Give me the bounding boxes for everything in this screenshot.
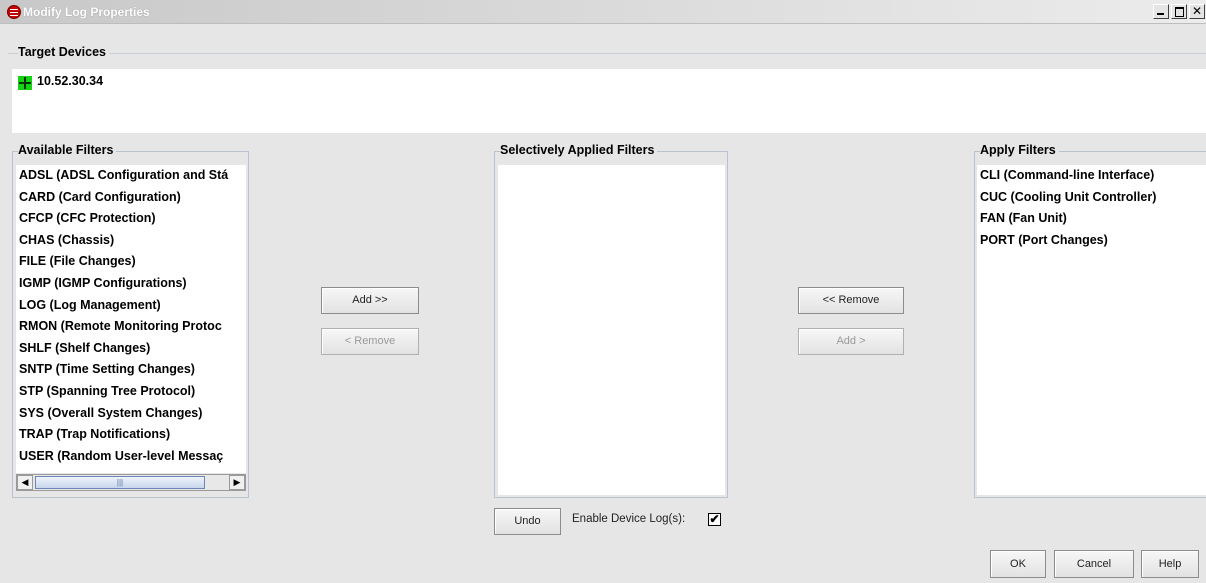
scroll-thumb[interactable]: |||: [35, 476, 205, 489]
target-device-item[interactable]: 10.52.30.34: [37, 74, 103, 88]
remove-selective-button[interactable]: < Remove: [321, 328, 419, 355]
selective-filters-title: Selectively Applied Filters: [500, 143, 658, 157]
app-icon: [7, 5, 21, 19]
apply-filters-list[interactable]: CLI (Command-line Interface) CUC (Cooling…: [977, 165, 1206, 495]
available-filter-item[interactable]: STP (Spanning Tree Protocol): [19, 384, 195, 398]
available-filter-item[interactable]: IGMP (IGMP Configurations): [19, 276, 187, 290]
available-filter-item[interactable]: ADSL (ADSL Configuration and Stá: [19, 168, 228, 182]
available-filters-list[interactable]: ADSL (ADSL Configuration and Stá CARD (Ca…: [16, 165, 246, 473]
add-apply-button[interactable]: Add >: [798, 328, 904, 355]
apply-filter-item[interactable]: CLI (Command-line Interface): [980, 168, 1154, 182]
available-filter-item[interactable]: RMON (Remote Monitoring Protoc: [19, 319, 222, 333]
apply-filters-title: Apply Filters: [980, 143, 1059, 157]
remove-apply-button[interactable]: << Remove: [798, 287, 904, 314]
available-filter-item[interactable]: CFCP (CFC Protection): [19, 211, 156, 225]
target-devices-list[interactable]: [12, 69, 1206, 133]
scroll-left-arrow-icon[interactable]: ◀: [17, 475, 33, 490]
available-filters-title: Available Filters: [18, 143, 117, 157]
available-filter-item[interactable]: CHAS (Chassis): [19, 233, 114, 247]
selective-filters-list[interactable]: [498, 165, 725, 495]
available-filter-item[interactable]: CARD (Card Configuration): [19, 190, 181, 204]
minimize-button[interactable]: [1153, 4, 1169, 19]
available-filter-item[interactable]: USER (Random User-level Messaç: [19, 449, 223, 463]
apply-filter-item[interactable]: PORT (Port Changes): [980, 233, 1108, 247]
available-filter-item[interactable]: TRAP (Trap Notifications): [19, 427, 170, 441]
title-bar[interactable]: Modify Log Properties: [0, 0, 1206, 24]
horizontal-scrollbar[interactable]: ◀ ||| ▶: [16, 474, 246, 491]
window-title: Modify Log Properties: [23, 5, 150, 19]
cancel-button[interactable]: Cancel: [1054, 550, 1134, 578]
apply-filter-item[interactable]: CUC (Cooling Unit Controller): [980, 190, 1156, 204]
target-devices-title: Target Devices: [18, 45, 110, 59]
apply-filter-item[interactable]: FAN (Fan Unit): [980, 211, 1067, 225]
target-devices-border: [8, 53, 1206, 54]
network-device-icon: [18, 76, 32, 90]
scroll-right-arrow-icon[interactable]: ▶: [229, 475, 245, 490]
available-filter-item[interactable]: SNTP (Time Setting Changes): [19, 362, 195, 376]
available-filter-item[interactable]: SYS (Overall System Changes): [19, 406, 202, 420]
close-button[interactable]: [1189, 4, 1205, 19]
add-selective-button[interactable]: Add >>: [321, 287, 419, 314]
available-filter-item[interactable]: FILE (File Changes): [19, 254, 136, 268]
enable-device-log-checkbox[interactable]: ✔: [708, 513, 721, 526]
undo-button[interactable]: Undo: [494, 508, 561, 535]
enable-device-log-label: Enable Device Log(s):: [572, 513, 686, 525]
available-filter-item[interactable]: LOG (Log Management): [19, 298, 161, 312]
available-filter-item[interactable]: SHLF (Shelf Changes): [19, 341, 150, 355]
help-button[interactable]: Help: [1141, 550, 1199, 578]
maximize-button[interactable]: [1171, 4, 1187, 19]
ok-button[interactable]: OK: [990, 550, 1046, 578]
